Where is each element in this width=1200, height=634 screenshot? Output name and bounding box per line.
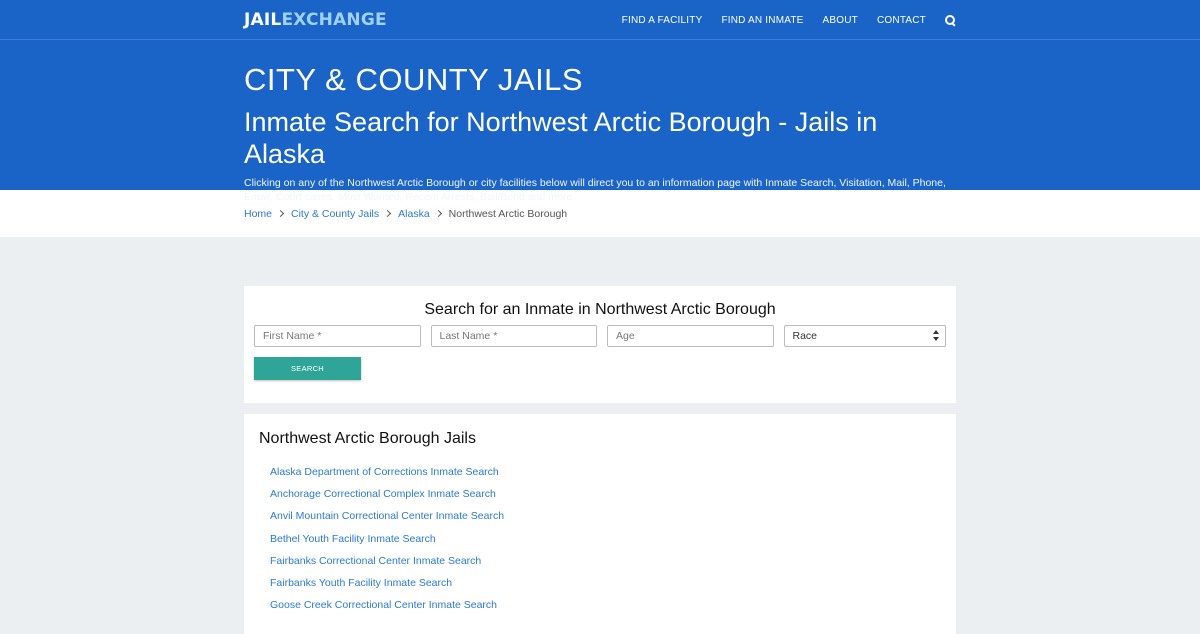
jail-link[interactable]: Fairbanks Correctional Center Inmate Sea… (270, 555, 481, 567)
search-heading: Search for an Inmate in Northwest Arctic… (424, 301, 776, 318)
breadcrumb: Home City & County Jails Alaska Northwes… (0, 190, 1200, 237)
list-item: Bethel Youth Facility Inmate Search (270, 529, 956, 551)
first-name-input[interactable] (254, 325, 421, 347)
list-item: Fairbanks Youth Facility Inmate Search (270, 573, 956, 595)
nav-find-facility[interactable]: FIND A FACILITY (622, 15, 703, 26)
jail-link[interactable]: Goose Creek Correctional Center Inmate S… (270, 599, 497, 611)
logo-text-jail: JAIL (244, 10, 282, 30)
main-nav: FIND A FACILITY FIND AN INMATE ABOUT CON… (603, 14, 956, 26)
list-item: Fairbanks Correctional Center Inmate Sea… (270, 551, 956, 573)
chevron-right-icon (384, 209, 392, 218)
chevron-right-icon (276, 209, 285, 218)
chevron-right-icon (434, 209, 442, 218)
jail-link[interactable]: Fairbanks Youth Facility Inmate Search (270, 577, 452, 589)
breadcrumb-city-county-jails[interactable]: City & County Jails (291, 208, 379, 220)
breadcrumb-home[interactable]: Home (244, 208, 272, 220)
search-button[interactable]: SEARCH (254, 357, 361, 380)
nav-contact[interactable]: CONTACT (877, 15, 926, 26)
hero-banner: CITY & COUNTY JAILS Inmate Search for No… (0, 40, 1200, 203)
search-icon[interactable] (945, 14, 956, 26)
page-title: CITY & COUNTY JAILS (244, 62, 584, 97)
jails-list-card: Northwest Arctic Borough Jails Alaska De… (244, 414, 956, 634)
age-input[interactable] (607, 325, 774, 347)
jail-link[interactable]: Bethel Youth Facility Inmate Search (270, 533, 436, 545)
race-select[interactable]: Race (783, 325, 946, 347)
top-navbar: JAIL EXCHANGE FIND A FACILITY FIND AN INM… (0, 0, 1200, 40)
race-select-value: Race (792, 330, 818, 342)
list-item: Alaska Department of Corrections Inmate … (270, 462, 956, 484)
logo-text-exchange: EXCHANGE (281, 10, 387, 30)
jails-heading: Northwest Arctic Borough Jails (259, 430, 476, 447)
select-arrows-icon (931, 329, 941, 343)
search-fields: Race (254, 325, 946, 347)
nav-about[interactable]: ABOUT (823, 15, 858, 26)
list-item: Anvil Mountain Correctional Center Inmat… (270, 506, 956, 528)
last-name-input[interactable] (430, 325, 597, 347)
jail-link[interactable]: Anchorage Correctional Complex Inmate Se… (270, 488, 496, 500)
jail-link[interactable]: Alaska Department of Corrections Inmate … (270, 466, 499, 478)
list-item: Anchorage Correctional Complex Inmate Se… (270, 484, 956, 506)
inmate-search-card: Search for an Inmate in Northwest Arctic… (244, 286, 956, 403)
breadcrumb-alaska[interactable]: Alaska (398, 208, 430, 220)
nav-find-inmate[interactable]: FIND AN INMATE (721, 15, 803, 26)
jails-list: Alaska Department of Corrections Inmate … (270, 462, 956, 617)
list-item: Goose Creek Correctional Center Inmate S… (270, 595, 956, 617)
jail-link[interactable]: Anvil Mountain Correctional Center Inmat… (270, 510, 504, 522)
breadcrumb-current: Northwest Arctic Borough (448, 207, 568, 220)
site-logo[interactable]: JAIL EXCHANGE (244, 10, 387, 30)
page-subtitle: Inmate Search for Northwest Arctic Borou… (244, 107, 878, 169)
